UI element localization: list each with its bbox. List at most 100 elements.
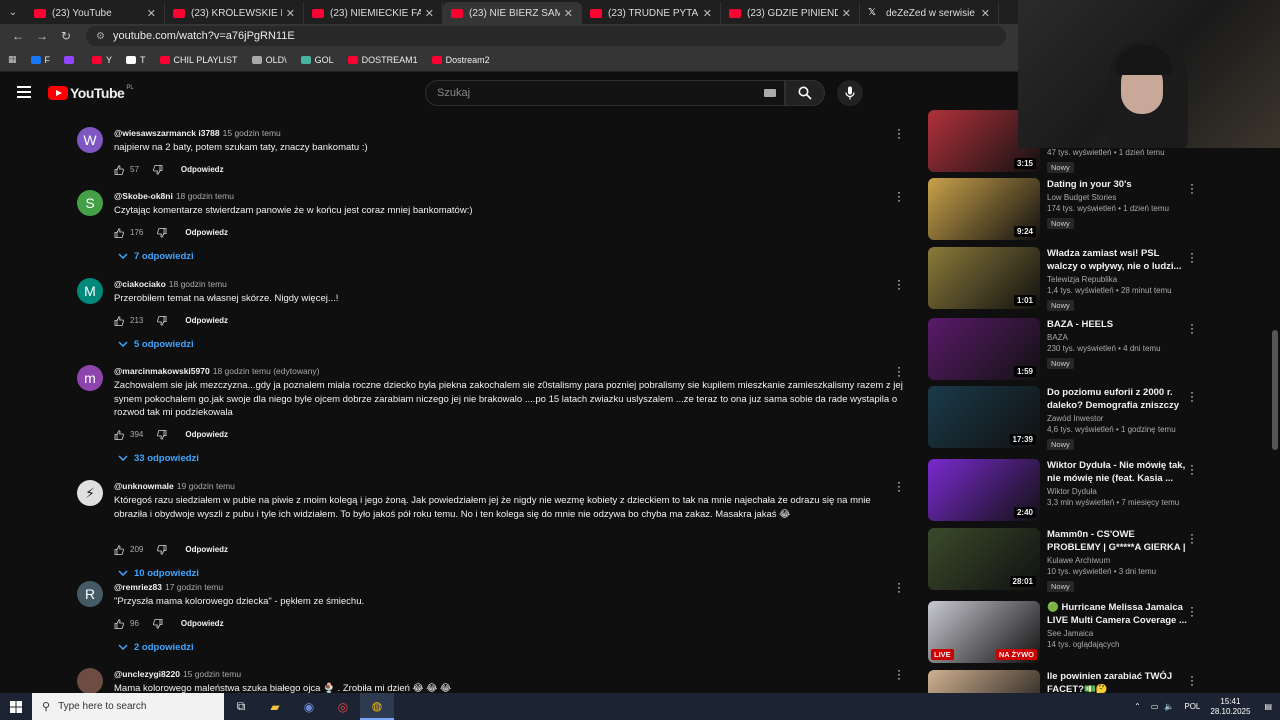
url-input[interactable]: ⚙ youtube.com/watch?v=a76jPgRN11E <box>86 26 1006 46</box>
channel-name[interactable]: Zawód Inwestor <box>1047 414 1187 423</box>
forward-icon[interactable]: → <box>30 29 54 43</box>
comment-author[interactable]: @Skobe-ok8ni <box>114 191 173 201</box>
close-tab-icon[interactable]: ✕ <box>842 7 851 20</box>
site-info-icon[interactable]: ⚙ <box>96 31 105 42</box>
more-actions-icon[interactable]: · · · <box>1190 318 1194 338</box>
channel-name[interactable]: BAZA <box>1047 333 1187 342</box>
close-tab-icon[interactable]: ✕ <box>703 7 712 20</box>
comment-time[interactable]: 15 godzin temu <box>223 128 281 138</box>
channel-name[interactable]: Wiktor Dyduła <box>1047 487 1187 496</box>
comment-author[interactable]: @wiesawszarmanck i3788 <box>114 128 220 138</box>
language-indicator[interactable]: POL <box>1184 702 1200 711</box>
clock[interactable]: 15:41 28.10.2025 <box>1210 697 1250 717</box>
comment-time[interactable]: 15 godzin temu <box>183 669 241 679</box>
channel-name[interactable]: Kulawe Archiwum <box>1047 556 1187 565</box>
close-tab-icon[interactable]: ✕ <box>564 7 573 20</box>
comment-time[interactable]: 18 godzin temu (edytowany) <box>213 366 320 376</box>
comment-author[interactable]: @unknowmale <box>114 481 174 491</box>
reply-button[interactable]: Odpowiedz <box>185 545 228 554</box>
avatar[interactable]: m <box>77 365 103 391</box>
comment-time[interactable]: 18 godzin temu <box>169 279 227 289</box>
reply-button[interactable]: Odpowiedz <box>185 430 228 439</box>
video-thumbnail[interactable]: 2:40 <box>928 459 1040 521</box>
video-thumbnail[interactable]: 9:24 <box>928 178 1040 240</box>
bookmark-item[interactable]: F <box>30 55 50 65</box>
close-tab-icon[interactable]: ✕ <box>425 7 434 20</box>
channel-name[interactable]: Low Budget Stories <box>1047 193 1187 202</box>
close-tab-icon[interactable]: ✕ <box>147 7 156 20</box>
discord-icon[interactable]: ◉ <box>292 693 326 720</box>
video-thumbnail[interactable] <box>928 670 1040 695</box>
like-icon[interactable] <box>114 429 124 440</box>
video-title[interactable]: Ile powinien zarabiać TWÓJ FACET?💵🤔 <box>1047 670 1187 695</box>
browser-tab[interactable]: (23) YouTube ✕ <box>26 2 165 24</box>
file-explorer-icon[interactable]: ▰ <box>258 693 292 720</box>
video-thumbnail[interactable]: 1:59 <box>928 318 1040 380</box>
video-title[interactable]: BAZA - HEELS <box>1047 318 1187 331</box>
dislike-icon[interactable] <box>157 429 167 440</box>
chrome-icon[interactable]: ◍ <box>360 693 394 720</box>
show-replies-button[interactable]: 2 odpowiedzi <box>118 642 194 653</box>
like-icon[interactable] <box>114 618 124 629</box>
recommended-video[interactable]: 17:39 Do poziomu euforii z 2000 r. daleko… <box>928 386 1278 452</box>
browser-tab[interactable]: (23) GDZIE PINIENDZE SA ✕ <box>721 2 860 24</box>
video-title[interactable]: Władza zamiast wsi! PSL walczy o wpływy,… <box>1047 247 1187 273</box>
more-actions-icon[interactable]: · · · <box>1190 601 1194 621</box>
task-view-icon[interactable]: ⧉ <box>224 693 258 720</box>
close-tab-icon[interactable]: ✕ <box>981 7 990 20</box>
browser-tab[interactable]: (23) TRUDNE PYTANIA, D ✕ <box>582 2 721 24</box>
avatar[interactable] <box>77 668 103 693</box>
more-actions-icon[interactable]: · · · <box>1190 247 1194 267</box>
more-actions-icon[interactable]: · · · <box>894 664 904 684</box>
close-tab-icon[interactable]: ✕ <box>286 7 295 20</box>
dislike-icon[interactable] <box>157 544 167 555</box>
avatar[interactable]: M <box>77 278 103 304</box>
browser-tab[interactable]: (23) NIE BIERZ SAMOTNE ✕ <box>443 2 582 24</box>
dislike-icon[interactable] <box>153 618 163 629</box>
dislike-icon[interactable] <box>157 227 167 238</box>
video-title[interactable]: Wiktor Dyduła - Nie mówię tak, nie mówię… <box>1047 459 1187 485</box>
youtube-logo[interactable]: YouTube PL <box>48 85 134 101</box>
more-actions-icon[interactable]: · · · <box>894 577 904 597</box>
more-actions-icon[interactable]: · · · <box>1190 670 1194 690</box>
bookmark-item[interactable]: DOSTREAM1 <box>347 55 418 65</box>
show-replies-button[interactable]: 10 odpowiedzi <box>118 568 199 579</box>
volume-icon[interactable]: 🔈 <box>1164 702 1174 711</box>
comment-author[interactable]: @unclezygi8220 <box>114 669 180 679</box>
like-icon[interactable] <box>114 164 124 175</box>
browser-tab[interactable]: 𝕏deZeZed w serwisie X: „W ✕ <box>860 2 999 24</box>
comment-author[interactable]: @remriez83 <box>114 582 162 592</box>
video-thumbnail[interactable]: 17:39 <box>928 386 1040 448</box>
keyboard-icon[interactable] <box>764 89 776 97</box>
more-actions-icon[interactable]: · · · <box>894 361 904 381</box>
avatar[interactable]: R <box>77 581 103 607</box>
like-icon[interactable] <box>114 227 124 238</box>
recommended-video[interactable]: 28:01 Mamm0n - CS'OWE PROBLEMY | G*****A … <box>928 528 1278 594</box>
app-icon[interactable]: ◎ <box>326 693 360 720</box>
recommended-video[interactable]: Ile powinien zarabiać TWÓJ FACET?💵🤔 · · · <box>928 670 1278 695</box>
comment-author[interactable]: @marcinmakowski5970 <box>114 366 210 376</box>
like-icon[interactable] <box>114 315 124 326</box>
bookmark-item[interactable]: OLD\ <box>251 55 287 65</box>
more-actions-icon[interactable]: · · · <box>894 123 904 143</box>
reply-button[interactable]: Odpowiedz <box>181 165 224 174</box>
more-actions-icon[interactable]: · · · <box>894 186 904 206</box>
tray-chevron-icon[interactable]: ⌃ <box>1134 702 1141 711</box>
monitor-icon[interactable]: ▭ <box>1151 702 1159 711</box>
video-thumbnail[interactable]: LIVE NA ŻYWO <box>928 601 1040 663</box>
recommended-video[interactable]: 1:01 Władza zamiast wsi! PSL walczy o wpł… <box>928 247 1278 313</box>
bookmark-item[interactable]: Y <box>92 55 112 65</box>
recommended-video[interactable]: 9:24 Dating in your 30's Low Budget Storie… <box>928 178 1278 244</box>
apps-grid-icon[interactable]: ▦ <box>8 54 17 65</box>
reply-button[interactable]: Odpowiedz <box>185 228 228 237</box>
avatar[interactable]: W <box>77 127 103 153</box>
dislike-icon[interactable] <box>157 315 167 326</box>
recommended-video[interactable]: 1:59 BAZA - HEELS BAZA 230 tys. wyświetleń … <box>928 318 1278 384</box>
bookmark-item[interactable]: T <box>126 55 146 65</box>
recommended-video[interactable]: LIVE NA ŻYWO 🟢 Hurricane Melissa Jamaica L… <box>928 601 1278 667</box>
comment-author[interactable]: @ciakociako <box>114 279 166 289</box>
comment-time[interactable]: 18 godzin temu <box>176 191 234 201</box>
video-title[interactable]: 🟢 Hurricane Melissa Jamaica LIVE Multi C… <box>1047 601 1187 627</box>
video-title[interactable]: Mamm0n - CS'OWE PROBLEMY | G*****A GIERK… <box>1047 528 1187 554</box>
reply-button[interactable]: Odpowiedz <box>185 316 228 325</box>
